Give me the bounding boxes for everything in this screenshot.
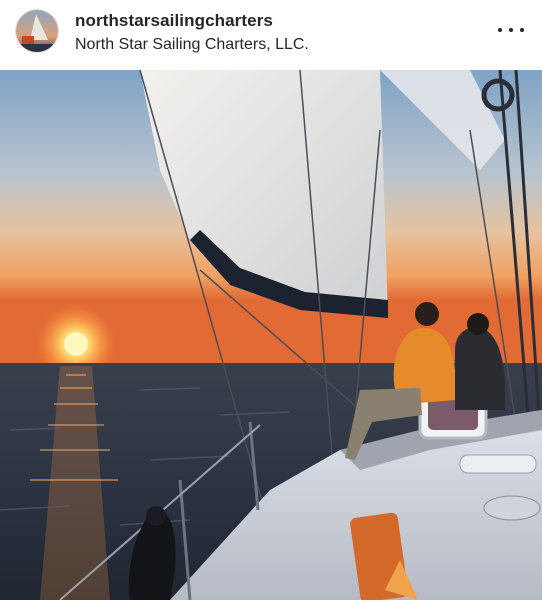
- more-options-icon[interactable]: [498, 20, 524, 40]
- username[interactable]: northstarsailingcharters: [75, 11, 273, 31]
- location-label[interactable]: North Star Sailing Charters, LLC.: [75, 36, 309, 54]
- avatar-image: [16, 10, 58, 52]
- dot: [498, 28, 502, 32]
- dot: [520, 28, 524, 32]
- post-photo[interactable]: [0, 70, 542, 600]
- sailboat-sunset-image: [0, 70, 542, 600]
- avatar[interactable]: [15, 9, 59, 53]
- post-header: northstarsailingcharters North Star Sail…: [0, 0, 542, 70]
- dot: [509, 28, 513, 32]
